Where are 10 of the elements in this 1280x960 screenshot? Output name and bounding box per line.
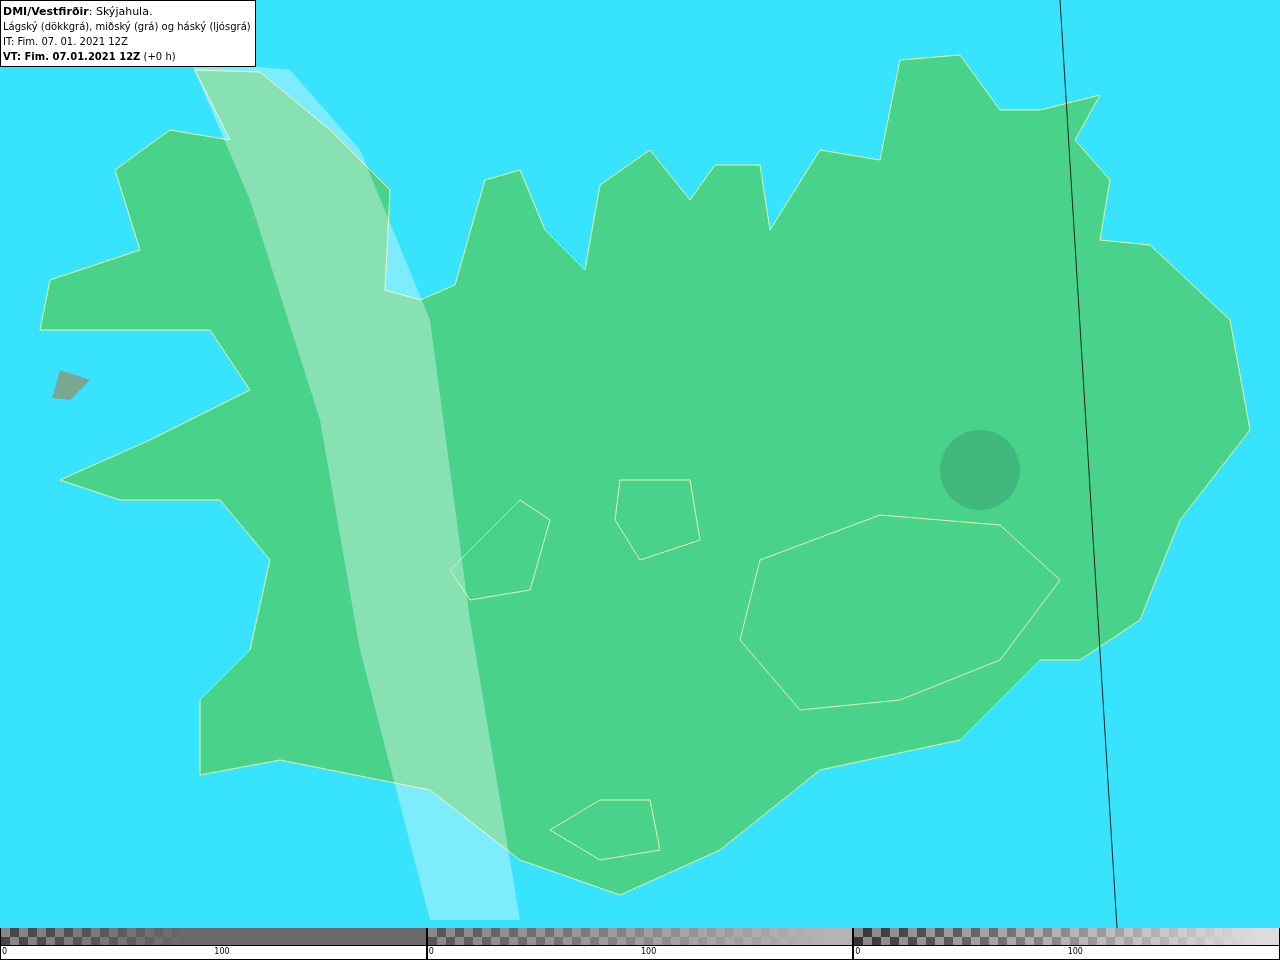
scale-tick-label: 100 bbox=[213, 946, 230, 959]
scale-tick-label: 100 bbox=[640, 946, 657, 959]
legend-text: DMI/Vestfirðir: Skýjahula. bbox=[3, 4, 154, 19]
scale-tick-label: 0 bbox=[854, 946, 861, 959]
scale-tick-label: 100 bbox=[1066, 946, 1083, 959]
scale-tick-label: 0 bbox=[427, 946, 434, 959]
legend-text: IT: Fim. 07. 01. 2021 12Z bbox=[3, 35, 129, 49]
legend-text: VT: Fim. 07.01.2021 12Z (+0 h) bbox=[3, 50, 177, 64]
legend-text: Lágský (dökkgrá), miðský (grá) og háský (ljósgrá) bbox=[3, 20, 251, 34]
scale-tick-label: 0 bbox=[1, 946, 8, 959]
